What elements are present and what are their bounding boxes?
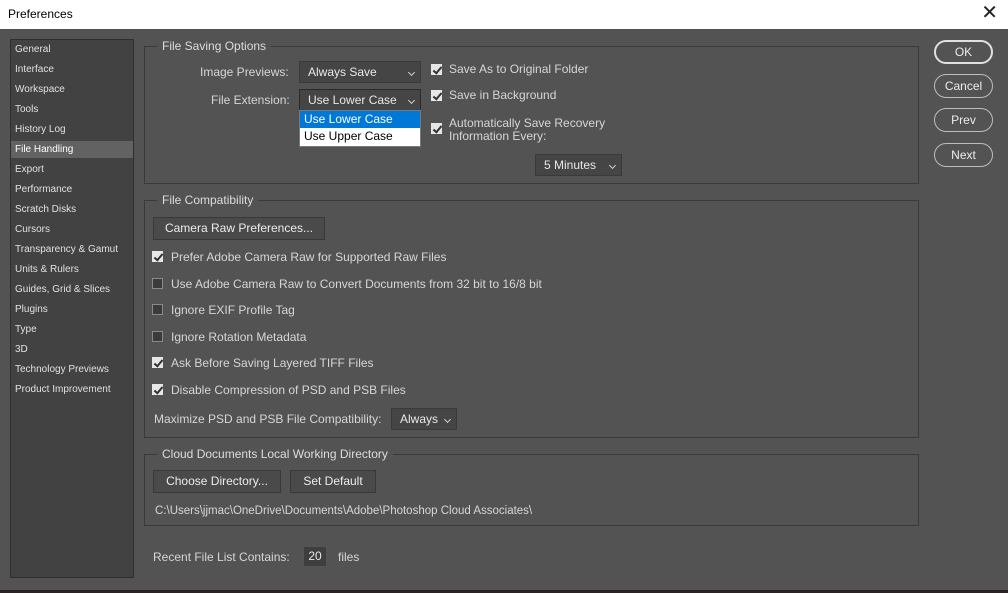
- file-extension-label: File Extension:: [211, 93, 290, 107]
- sidebar-item-workspace[interactable]: Workspace: [11, 81, 133, 98]
- recent-files-suffix: files: [338, 550, 360, 564]
- auto-save-interval-value: 5 Minutes: [544, 158, 597, 172]
- sidebar-item-product-improvement[interactable]: Product Improvement: [11, 381, 133, 398]
- ignore-rotation-checkbox[interactable]: [152, 331, 163, 342]
- set-default-button[interactable]: Set Default: [290, 470, 376, 493]
- camera-raw-preferences-button[interactable]: Camera Raw Preferences...: [153, 217, 325, 240]
- prefer-camera-raw-checkbox[interactable]: [152, 251, 163, 262]
- save-in-background-label: Save in Background: [449, 88, 557, 102]
- image-previews-label: Image Previews:: [200, 65, 289, 79]
- sidebar-item-general[interactable]: General: [11, 41, 133, 58]
- preferences-sidebar: General Interface Workspace Tools Histor…: [10, 39, 134, 578]
- dialog-body: General Interface Workspace Tools Histor…: [0, 29, 1008, 590]
- sidebar-item-transparency-gamut[interactable]: Transparency & Gamut: [11, 241, 133, 258]
- auto-save-interval-select[interactable]: 5 Minutes: [535, 154, 622, 176]
- file-compatibility-title: File Compatibility: [157, 193, 259, 207]
- close-icon[interactable]: ✕: [981, 2, 998, 24]
- convert-32bit-label: Use Adobe Camera Raw to Convert Document…: [171, 277, 542, 291]
- sidebar-item-cursors[interactable]: Cursors: [11, 221, 133, 238]
- ignore-rotation-label: Ignore Rotation Metadata: [171, 330, 307, 344]
- ask-before-tiff-label: Ask Before Saving Layered TIFF Files: [171, 356, 374, 370]
- save-as-original-checkbox[interactable]: [431, 64, 442, 75]
- auto-save-recovery-label-line1: Automatically Save Recovery: [449, 116, 606, 130]
- cancel-button[interactable]: Cancel: [934, 74, 993, 98]
- sidebar-item-units-rulers[interactable]: Units & Rulers: [11, 261, 133, 278]
- ask-before-tiff-checkbox[interactable]: [152, 357, 163, 368]
- save-as-original-label: Save As to Original Folder: [449, 62, 589, 76]
- sidebar-item-interface[interactable]: Interface: [11, 61, 133, 78]
- recent-files-input[interactable]: 20: [303, 546, 327, 567]
- sidebar-item-scratch-disks[interactable]: Scratch Disks: [11, 201, 133, 218]
- sidebar-item-performance[interactable]: Performance: [11, 181, 133, 198]
- next-button[interactable]: Next: [934, 143, 993, 167]
- disable-compression-label: Disable Compression of PSD and PSB Files: [171, 383, 406, 397]
- prev-button[interactable]: Prev: [934, 108, 993, 132]
- sidebar-item-guides-grid-slices[interactable]: Guides, Grid & Slices: [11, 281, 133, 298]
- chevron-down-icon: [407, 68, 416, 77]
- dropdown-option-lower-case[interactable]: Use Lower Case: [300, 111, 420, 128]
- sidebar-item-tools[interactable]: Tools: [11, 101, 133, 118]
- convert-32bit-checkbox[interactable]: [152, 278, 163, 289]
- maximize-compatibility-label: Maximize PSD and PSB File Compatibility:: [154, 412, 382, 426]
- sidebar-item-plugins[interactable]: Plugins: [11, 301, 133, 318]
- auto-save-recovery-label-line2: Information Every:: [449, 129, 547, 143]
- prefer-camera-raw-label: Prefer Adobe Camera Raw for Supported Ra…: [171, 250, 447, 264]
- file-extension-value: Use Lower Case: [308, 93, 397, 107]
- choose-directory-button[interactable]: Choose Directory...: [153, 470, 281, 493]
- recent-files-label: Recent File List Contains:: [153, 550, 290, 564]
- window-title: Preferences: [8, 7, 73, 21]
- file-extension-select[interactable]: Use Lower Case: [299, 89, 421, 111]
- ignore-exif-label: Ignore EXIF Profile Tag: [171, 303, 295, 317]
- cloud-directory-path: C:\Users\jjmac\OneDrive\Documents\Adobe\…: [155, 505, 533, 517]
- save-in-background-checkbox[interactable]: [431, 90, 442, 101]
- maximize-compatibility-value: Always: [400, 412, 439, 426]
- chevron-down-icon: [608, 161, 617, 170]
- sidebar-item-file-handling[interactable]: File Handling: [11, 141, 133, 158]
- image-previews-select[interactable]: Always Save: [299, 61, 421, 83]
- disable-compression-checkbox[interactable]: [152, 384, 163, 395]
- sidebar-item-type[interactable]: Type: [11, 321, 133, 338]
- cloud-documents-title: Cloud Documents Local Working Directory: [157, 447, 393, 461]
- chevron-down-icon: [443, 415, 452, 424]
- chevron-down-icon: [407, 96, 416, 105]
- ok-button[interactable]: OK: [934, 40, 993, 64]
- title-bar: Preferences ✕: [0, 0, 1008, 29]
- auto-save-recovery-checkbox[interactable]: [431, 123, 442, 134]
- sidebar-item-export[interactable]: Export: [11, 161, 133, 178]
- maximize-compatibility-select[interactable]: Always: [391, 408, 457, 430]
- sidebar-item-3d[interactable]: 3D: [11, 341, 133, 358]
- file-saving-options-title: File Saving Options: [157, 39, 272, 53]
- ignore-exif-checkbox[interactable]: [152, 304, 163, 315]
- file-extension-dropdown-list: Use Lower Case Use Upper Case: [299, 110, 421, 147]
- sidebar-item-history-log[interactable]: History Log: [11, 121, 133, 138]
- sidebar-item-technology-previews[interactable]: Technology Previews: [11, 361, 133, 378]
- dropdown-option-upper-case[interactable]: Use Upper Case: [300, 128, 420, 145]
- image-previews-value: Always Save: [308, 65, 377, 79]
